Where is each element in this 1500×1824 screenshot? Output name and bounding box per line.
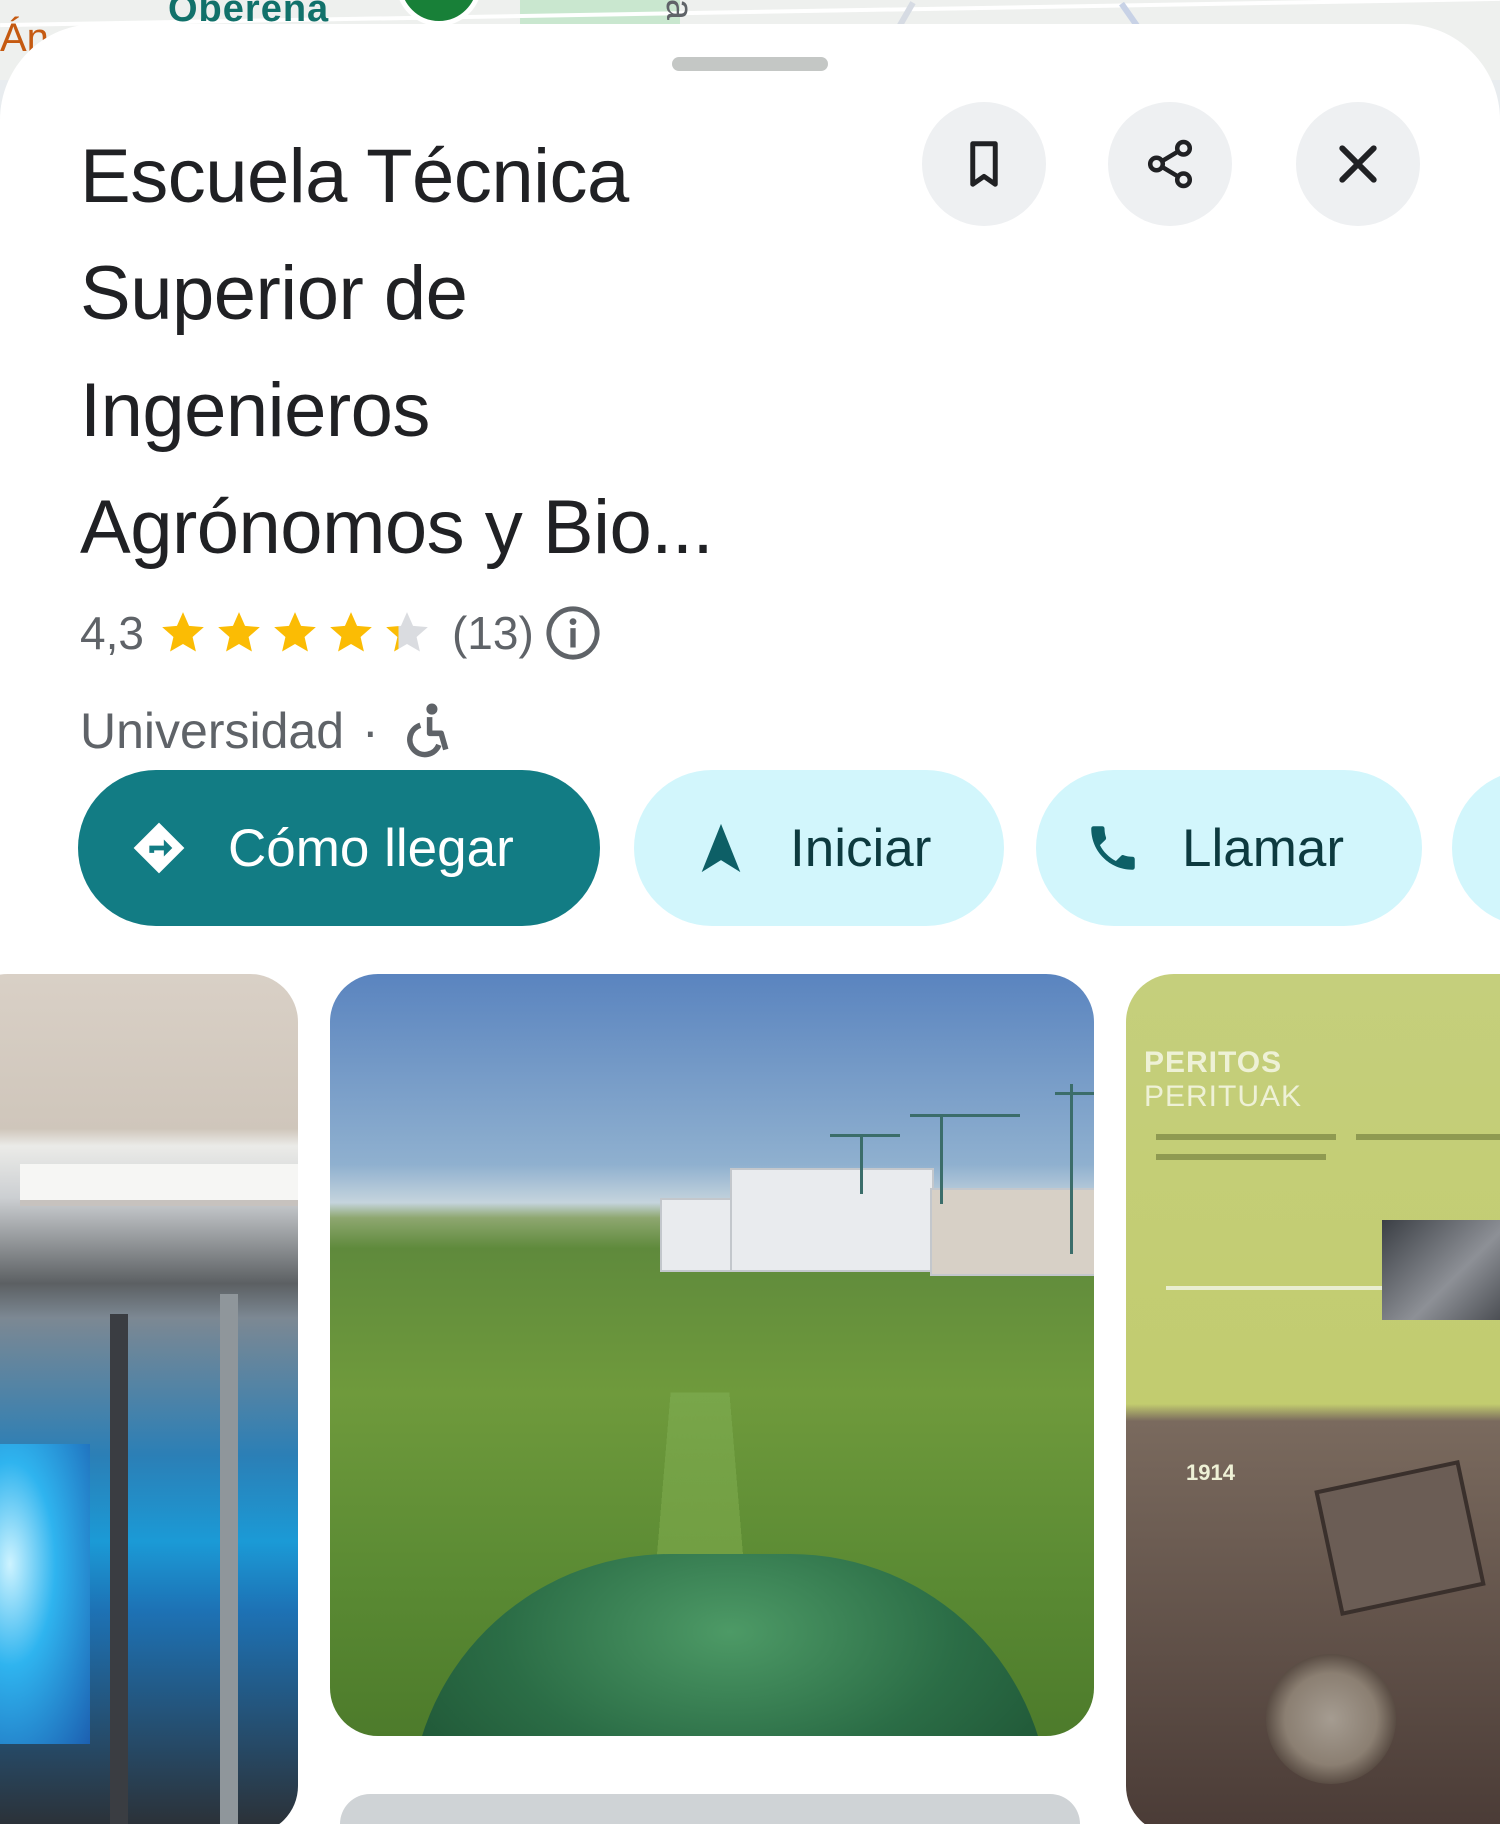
photo-divider [1166,1286,1406,1290]
rating-value: 4,3 [80,607,144,659]
crane [860,1134,863,1194]
separator-dot: · [362,703,379,759]
rating-row[interactable]: 4,3 (13) [80,598,602,668]
window-frame [220,1294,238,1824]
place-photo[interactable] [330,974,1094,1736]
projection-screen [0,1444,90,1744]
navigation-arrow-icon [701,823,741,873]
place-title-line: Ingenieros [80,368,430,453]
crane [830,1134,900,1137]
ceiling-light [20,1164,298,1206]
crane [1070,1084,1073,1254]
crane [910,1114,1020,1117]
photo-text-line [1156,1154,1326,1160]
crane [1055,1092,1094,1095]
photo-text-line [1156,1134,1336,1140]
call-label: Llamar [1182,818,1345,878]
category-row: Universidad · [80,696,453,766]
directions-icon [133,822,185,874]
directions-button[interactable]: Cómo llegar [78,770,600,926]
photo-inset [1382,1220,1500,1320]
star-icon [274,612,316,652]
share-button[interactable] [1108,102,1232,226]
bookmark-icon [970,141,998,187]
review-count: (13) [451,607,534,659]
star-icon [330,612,372,652]
map-pin-icon[interactable] [396,0,482,26]
place-title: Escuela Técnica Superior de Ingenieros A… [80,118,880,586]
wheelchair-icon [406,703,449,758]
call-button[interactable]: Llamar [1036,770,1422,926]
phone-icon [1091,826,1135,870]
crane [940,1114,943,1204]
place-category: Universidad [80,703,345,759]
place-photo[interactable]: PERITOS PERITUAK 1914 [1126,974,1500,1824]
share-icon [1147,139,1193,189]
building [730,1168,934,1272]
photo-text: PERITOS [1144,1046,1283,1079]
start-navigation-button[interactable]: Iniciar [634,770,1004,926]
close-button[interactable] [1296,102,1420,226]
photo-text: PERITUAK [1144,1080,1303,1113]
machine [1314,1460,1486,1616]
directions-label: Cómo llegar [228,818,514,878]
photo-text-line [1356,1134,1500,1140]
machine-wheel [1266,1654,1396,1784]
save-button[interactable] [922,102,1046,226]
star-icon [386,612,428,652]
more-actions-button[interactable] [1452,770,1500,926]
rating-stars [158,608,438,658]
star-icon [218,612,260,652]
start-label: Iniciar [790,818,932,878]
drag-handle[interactable] [672,57,828,71]
info-icon[interactable] [544,604,602,662]
place-bottom-sheet: Escuela Técnica Superior de Ingenieros A… [0,24,1500,1824]
star-icon [162,612,204,652]
building [660,1198,734,1272]
tractor-hood [410,1554,1050,1736]
close-icon [1339,145,1377,183]
map-label: a [658,0,701,21]
place-photo[interactable] [0,974,298,1824]
place-title-line: Superior de [80,251,468,336]
window-frame [110,1314,128,1824]
photo-text: 1914 [1186,1460,1235,1485]
place-title-line: Escuela Técnica [80,134,629,219]
place-title-line: Agrónomos y Bio... [80,485,714,570]
place-photo[interactable] [340,1794,1080,1824]
